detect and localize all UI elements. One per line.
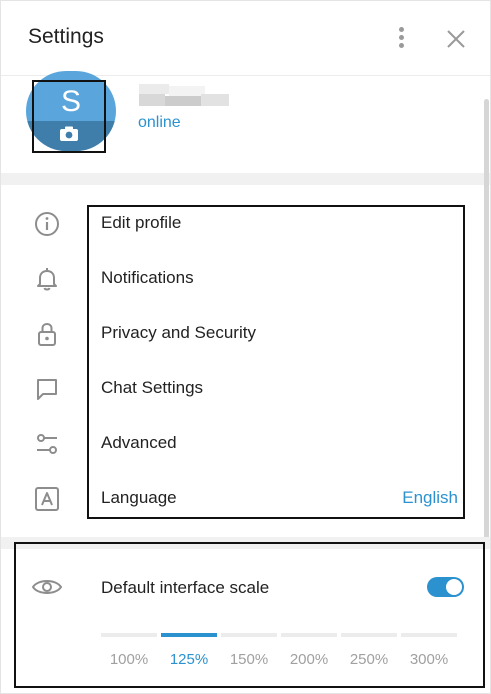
section-divider	[1, 537, 490, 549]
language-value: English	[402, 488, 458, 507]
page-title: Settings	[28, 25, 104, 48]
scale-segment-150[interactable]	[221, 633, 277, 637]
scale-segment-125[interactable]	[161, 633, 217, 637]
scale-option-300[interactable]: 300%	[401, 651, 457, 668]
profile-status: online	[138, 114, 181, 131]
kebab-dot	[399, 27, 404, 32]
scale-option-250[interactable]: 250%	[341, 651, 397, 668]
menu-item-label: Privacy and Security	[101, 323, 256, 342]
chat-bubble-icon	[37, 379, 57, 400]
scale-segment-100[interactable]	[101, 633, 157, 637]
scrollbar[interactable]	[484, 99, 489, 539]
settings-header: Settings	[1, 1, 490, 76]
menu-item-label: Language	[101, 488, 177, 507]
menu-item-notifications[interactable]: Notifications	[1, 251, 483, 306]
kebab-dot	[399, 43, 404, 48]
menu-item-edit-profile[interactable]: Edit profile	[1, 196, 483, 251]
interface-scale-label: Default interface scale	[101, 578, 270, 597]
menu-item-label: Advanced	[101, 433, 177, 452]
menu-item-label: Edit profile	[101, 213, 182, 232]
sliders-icon	[37, 434, 57, 454]
lock-icon	[38, 322, 56, 346]
info-icon	[35, 212, 59, 236]
menu-item-label: Notifications	[101, 268, 194, 287]
menu-item-privacy-security[interactable]: Privacy and Security	[1, 306, 483, 361]
menu-item-chat-settings[interactable]: Chat Settings	[1, 361, 483, 416]
scale-option-200[interactable]: 200%	[281, 651, 337, 668]
scale-segment-250[interactable]	[341, 633, 397, 637]
scale-slider[interactable]	[101, 633, 457, 637]
profile-name-redacted	[139, 84, 233, 108]
menu-item-label: Chat Settings	[101, 378, 204, 397]
scale-option-100[interactable]: 100%	[101, 651, 157, 668]
scale-segment-300[interactable]	[401, 633, 457, 637]
menu-item-advanced[interactable]: Advanced	[1, 416, 483, 471]
close-button[interactable]	[444, 27, 468, 51]
language-icon	[35, 487, 59, 511]
kebab-dot	[399, 35, 404, 40]
eye-icon	[31, 580, 63, 594]
close-icon	[447, 30, 465, 48]
menu-item-language[interactable]: Language English	[1, 471, 483, 526]
scale-option-125[interactable]: 125%	[161, 651, 217, 668]
settings-window: Settings S online Edit profile Notificat…	[0, 0, 491, 694]
avatar-letter: S	[60, 85, 81, 118]
scale-segment-200[interactable]	[281, 633, 337, 637]
toggle-knob	[446, 579, 462, 595]
bell-icon	[37, 268, 57, 291]
section-divider	[1, 173, 490, 185]
scale-option-150[interactable]: 150%	[221, 651, 277, 668]
camera-icon	[60, 126, 78, 141]
interface-scale-toggle[interactable]	[427, 577, 464, 597]
more-options-button[interactable]	[392, 27, 412, 53]
